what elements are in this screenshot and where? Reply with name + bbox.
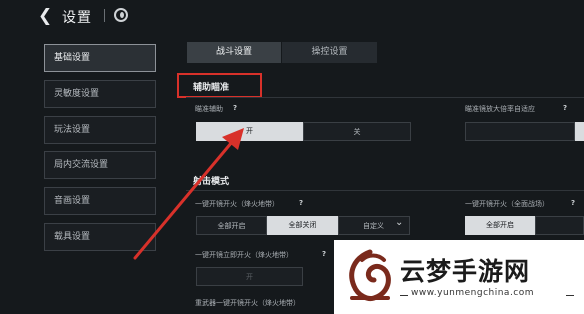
watermark-rule-right <box>566 295 574 296</box>
watermark-site-name: 云梦手游网 <box>400 257 531 286</box>
watermark-rule-left <box>400 295 408 296</box>
watermark-logo <box>349 249 391 301</box>
watermark-url: www.yunmengchina.com <box>411 288 535 298</box>
